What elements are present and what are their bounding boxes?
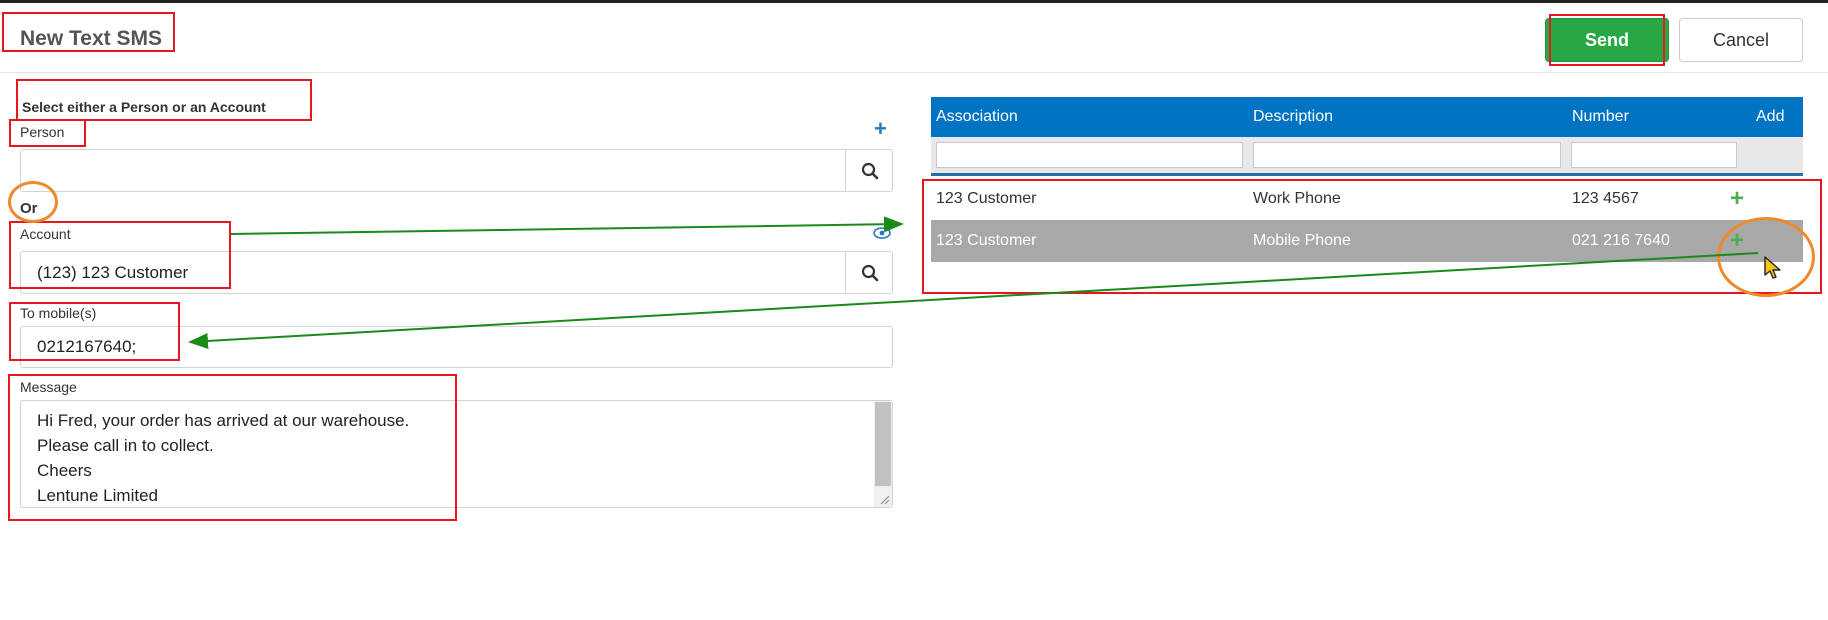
cursor-icon xyxy=(1764,256,1781,279)
arrow-account-to-table xyxy=(230,216,904,235)
annotation-arrows xyxy=(188,216,1759,349)
arrow-add-to-mobile xyxy=(188,252,1759,349)
